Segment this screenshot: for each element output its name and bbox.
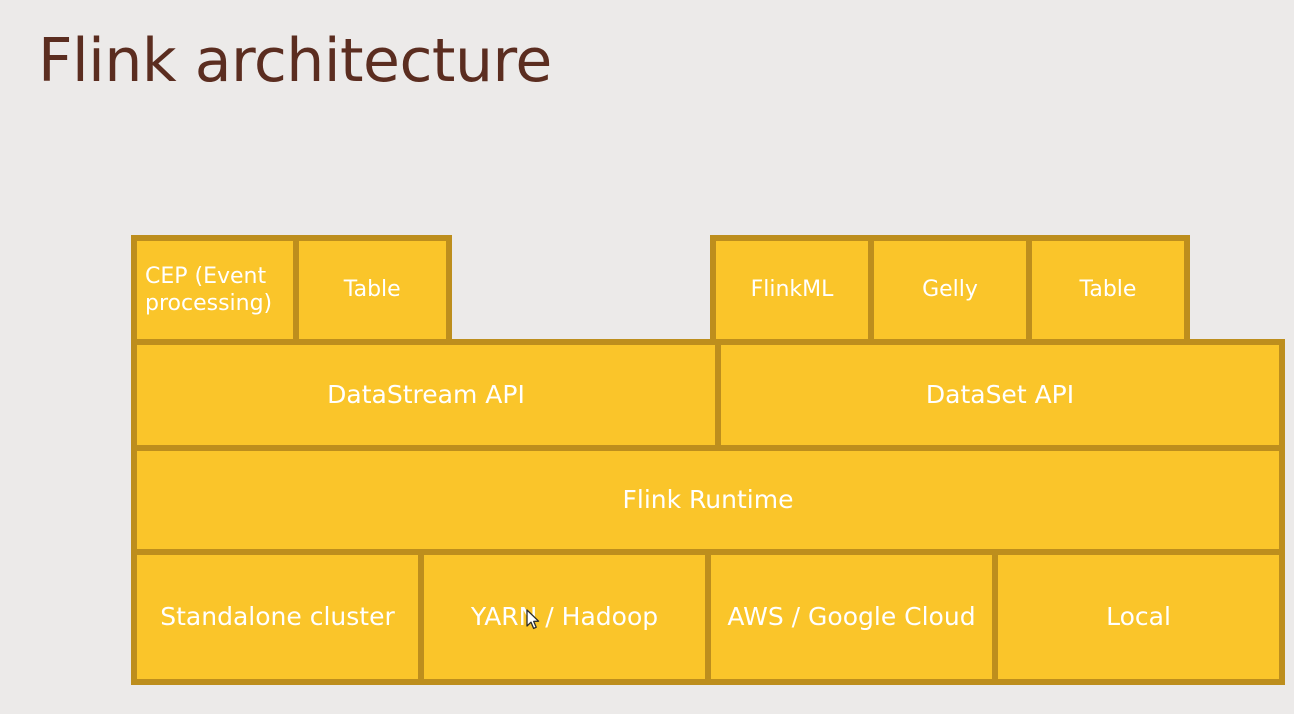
box-yarn-hadoop[interactable]: YARN / Hadoop xyxy=(424,555,705,679)
deployment-row: Standalone cluster YARN / Hadoop AWS / G… xyxy=(131,549,1285,685)
box-dataset-api[interactable]: DataSet API xyxy=(721,345,1279,445)
box-datastream-api[interactable]: DataStream API xyxy=(137,345,715,445)
page-title: Flink architecture xyxy=(38,26,552,96)
box-cep-event-processing[interactable]: CEP (Event processing) xyxy=(137,241,293,339)
box-local[interactable]: Local xyxy=(998,555,1279,679)
apis-row: DataStream API DataSet API xyxy=(131,339,1285,451)
libraries-row: CEP (Event processing) Table FlinkML Gel… xyxy=(131,235,1285,345)
box-table-batch[interactable]: Table xyxy=(1032,241,1184,339)
box-gelly[interactable]: Gelly xyxy=(874,241,1026,339)
stream-libraries-group: CEP (Event processing) Table xyxy=(131,235,452,345)
flink-architecture-diagram: CEP (Event processing) Table FlinkML Gel… xyxy=(131,235,1285,685)
box-table-stream[interactable]: Table xyxy=(298,241,446,339)
box-flink-runtime[interactable]: Flink Runtime xyxy=(137,451,1279,549)
batch-libraries-group: FlinkML Gelly Table xyxy=(710,235,1190,345)
runtime-row: Flink Runtime xyxy=(131,445,1285,555)
box-flinkml[interactable]: FlinkML xyxy=(716,241,868,339)
box-standalone-cluster[interactable]: Standalone cluster xyxy=(137,555,418,679)
box-aws-google-cloud[interactable]: AWS / Google Cloud xyxy=(711,555,992,679)
